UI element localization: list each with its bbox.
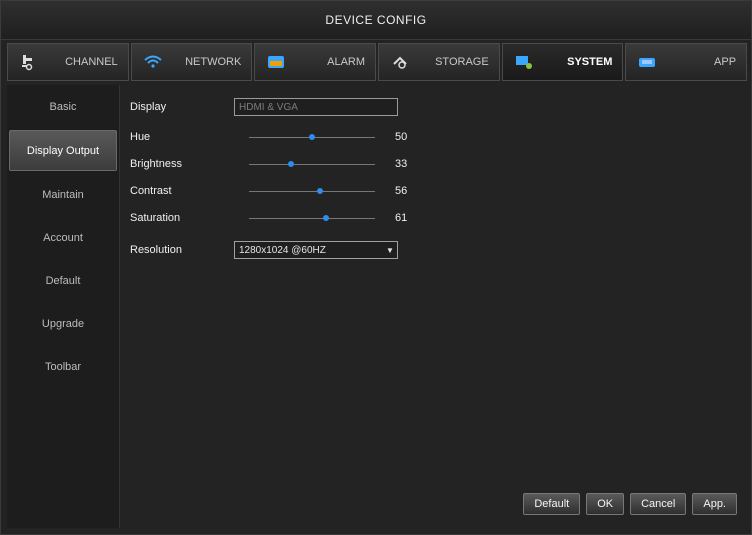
window-title: DEVICE CONFIG [1,1,751,40]
sidebar: Basic Display Output Maintain Account De… [7,85,120,528]
resolution-row: Resolution 1280x1024 @60HZ ▼ [130,240,490,260]
tab-label: NETWORK [185,56,242,68]
top-tabs: CHANNEL NETWORK ALARM STORAGE SYSTEM APP [7,43,748,81]
resolution-select[interactable]: 1280x1024 @60HZ ▼ [234,241,398,259]
tab-label: APP [714,56,737,68]
tab-label: SYSTEM [567,56,613,68]
display-field[interactable]: HDMI & VGA [234,98,398,116]
tab-app[interactable]: APP [625,43,748,81]
slider-track [249,164,375,165]
slider-knob[interactable] [316,188,323,194]
tab-system[interactable]: SYSTEM [501,43,624,81]
display-row: Display HDMI & VGA [130,97,490,117]
slider-track [249,191,375,192]
tab-alarm[interactable]: ALARM [254,43,377,81]
display-output-panel: Display HDMI & VGA Hue 50 Brightness 33 … [125,93,745,523]
chevron-down-icon[interactable]: ▼ [383,242,397,258]
hue-label: Hue [130,131,151,143]
sidebar-item-upgrade[interactable]: Upgrade [7,302,119,345]
saturation-value: 61 [395,212,408,224]
saturation-row: Saturation 61 [130,208,490,228]
saturation-slider[interactable] [249,211,375,225]
hue-row: Hue 50 [130,127,490,147]
tab-label: ALARM [327,56,366,68]
alarm-icon [263,51,289,73]
brightness-slider[interactable] [249,157,375,171]
cancel-button[interactable]: Cancel [630,493,687,515]
tab-label: CHANNEL [65,56,118,68]
display-label: Display [130,101,167,113]
camera-icon [16,51,42,73]
wifi-icon [140,51,166,73]
apply-button[interactable]: App. [692,493,737,515]
sidebar-item-default[interactable]: Default [7,259,119,302]
sidebar-item-maintain[interactable]: Maintain [7,173,119,216]
app-icon [634,51,660,73]
sidebar-item-toolbar[interactable]: Toolbar [7,345,119,388]
sidebar-item-basic[interactable]: Basic [7,85,119,128]
tab-channel[interactable]: CHANNEL [7,43,129,81]
sidebar-item-display-output[interactable]: Display Output [9,130,117,171]
sidebar-item-account[interactable]: Account [7,216,119,259]
contrast-slider[interactable] [249,184,375,198]
slider-track [249,218,375,219]
hue-slider[interactable] [249,130,375,144]
brightness-row: Brightness 33 [130,154,490,174]
system-icon [511,51,537,73]
tab-network[interactable]: NETWORK [130,43,253,81]
slider-knob[interactable] [309,134,315,140]
default-button[interactable]: Default [523,493,581,515]
ok-button[interactable]: OK [586,493,625,515]
contrast-label: Contrast [130,185,172,197]
resolution-value: 1280x1024 @60HZ [239,244,326,256]
action-buttons: Default OK Cancel App. [523,493,737,515]
storage-icon [387,51,413,73]
slider-knob[interactable] [322,215,329,221]
contrast-row: Contrast 56 [130,181,490,201]
saturation-label: Saturation [130,212,181,224]
hue-value: 50 [395,131,408,143]
slider-knob[interactable] [287,161,294,167]
brightness-value: 33 [395,158,408,170]
resolution-label: Resolution [130,244,182,256]
tab-label: STORAGE [435,56,489,68]
device-config-window: DEVICE CONFIG CHANNEL NETWORK ALARM STOR… [0,0,752,535]
contrast-value: 56 [395,185,408,197]
tab-storage[interactable]: STORAGE [378,43,500,81]
brightness-label: Brightness [130,158,182,170]
